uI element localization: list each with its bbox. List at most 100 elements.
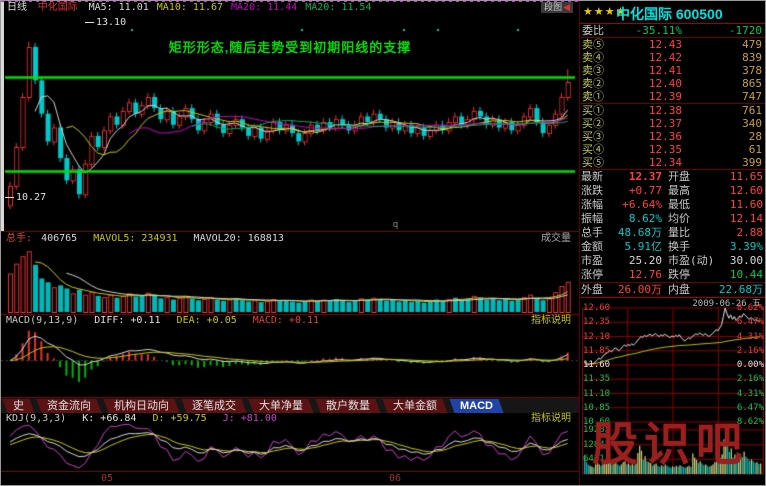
macd-params: MACD(9,13,9) xyxy=(6,315,78,326)
ask-row[interactable]: 卖①12.39747 xyxy=(580,90,765,103)
stat-value: 25.20 xyxy=(604,254,662,268)
stat-label: 振幅 xyxy=(581,212,603,226)
tab-机构日动向[interactable]: 机构日动向 xyxy=(103,399,179,413)
stock-title[interactable]: 中化国际 600500 xyxy=(616,4,723,24)
mavol20-label: MAVOL20: 168813 xyxy=(194,233,284,244)
stat-value: 12.14 xyxy=(713,212,763,226)
kline-chart-area: 日线 中化国际 MA5: 11.01MA10: 11.67MA20: 11.44… xyxy=(1,1,579,485)
macd-chart[interactable] xyxy=(1,328,579,396)
macd-header: MACD(9,13,9) DIFF: +0.11 DEA: +0.05 MACD… xyxy=(6,315,329,327)
stat-value: 5.91亿 xyxy=(604,240,662,254)
stat-row: 市盈25.20市盈(动)30.00 xyxy=(580,254,765,268)
tab-散户数量[interactable]: 散户数量 xyxy=(315,399,380,413)
stat-value: 11.60 xyxy=(713,198,763,212)
volume-header: 总手: 406765 MAVOL5: 234931 MAVOL20: 16881… xyxy=(6,233,294,245)
mini-percent-label: 8.62% xyxy=(737,304,764,313)
mini-percent-label: 4.31% xyxy=(737,390,764,399)
volume-chart[interactable] xyxy=(1,246,579,313)
kdj-help-link[interactable]: 指标说明 xyxy=(531,413,571,425)
mini-percent-label: 2.16% xyxy=(737,375,764,384)
level-volume: 865 xyxy=(698,77,762,90)
level-price: 12.40 xyxy=(610,77,682,90)
stat-label: 涨跌 xyxy=(581,184,603,198)
mini-percent-label: 8.62% xyxy=(737,418,764,427)
bid-row[interactable]: 买②12.37340 xyxy=(580,117,765,130)
level-label: 卖④ xyxy=(582,51,604,64)
level-label: 卖⑤ xyxy=(582,38,604,51)
stat-value: 12.37 xyxy=(604,170,662,184)
period-label[interactable]: 日线 xyxy=(7,2,27,13)
bid-row[interactable]: 买①12.38761 xyxy=(580,104,765,117)
ask-row[interactable]: 卖③12.41378 xyxy=(580,64,765,77)
level-volume: 761 xyxy=(698,104,762,117)
stat-label: 量比 xyxy=(668,226,690,240)
weibi-diff: -1720 xyxy=(698,24,762,37)
tab-label: 大单净量 xyxy=(259,399,303,413)
mini-price-label: 12.60 xyxy=(583,304,610,313)
x-axis-tick: 05 xyxy=(101,473,113,484)
tab-label: MACD xyxy=(460,399,493,413)
tab-资金流向[interactable]: 资金流向 xyxy=(36,399,101,413)
mini-price-label: 11.35 xyxy=(583,375,610,384)
kdj-j: J: +81.00 xyxy=(223,413,277,424)
stat-label: 均价 xyxy=(668,212,690,226)
stat-value: 11.65 xyxy=(713,170,763,184)
level-price: 12.38 xyxy=(610,104,682,117)
ma-legend-item: MA5: 11.01 xyxy=(89,2,149,13)
mini-percent-label: 2.16% xyxy=(737,347,764,356)
tab-label: 散户数量 xyxy=(326,399,370,413)
tab-label: 资金流向 xyxy=(47,399,91,413)
tab-逐笔成交[interactable]: 逐笔成交 xyxy=(181,399,246,413)
level-price: 12.34 xyxy=(610,156,682,169)
level-label: 买② xyxy=(582,117,604,130)
mini-volume-label: 6421 xyxy=(583,455,605,464)
stat-label: 换手 xyxy=(668,240,690,254)
macd-help-link[interactable]: 指标说明 xyxy=(531,315,571,327)
bid-row[interactable]: 买③12.3628 xyxy=(580,130,765,143)
chart-annotation: 矩形形态,随后走势受到初期阳线的支撑 xyxy=(1,37,579,56)
x-axis-tick: 06 xyxy=(389,473,401,484)
ask-row[interactable]: 卖⑤12.43479 xyxy=(580,38,765,51)
level-label: 买③ xyxy=(582,130,604,143)
bid-row[interactable]: 买⑤12.34399 xyxy=(580,156,765,169)
date-axis: 05 06 xyxy=(1,471,579,486)
stat-value: 8.62% xyxy=(604,212,662,226)
stock-app-window: 日线 中化国际 MA5: 11.01MA10: 11.67MA20: 11.44… xyxy=(0,0,766,486)
tab-MACD[interactable]: MACD xyxy=(449,399,503,413)
stat-label: 最新 xyxy=(581,170,603,184)
tab-label: 逐笔成交 xyxy=(192,399,236,413)
tab-大单净量[interactable]: 大单净量 xyxy=(248,399,313,413)
intraday-mini-chart[interactable]: 12.608.62%12.356.47%12.104.31%11.852.16%… xyxy=(580,304,766,482)
bid-row[interactable]: 买④12.3561 xyxy=(580,143,765,156)
stat-label: 涨幅 xyxy=(581,198,603,212)
tab-label: 大单金额 xyxy=(393,399,437,413)
price-mark-low: 10.27 xyxy=(5,192,46,203)
mini-price-label: 12.10 xyxy=(583,333,610,342)
stat-row: 外盘26.00万内盘22.68万 xyxy=(580,282,765,298)
stat-row: 最新12.37开盘11.65 xyxy=(580,170,765,184)
stat-row: 振幅8.62% 均价 12.14 xyxy=(580,212,765,226)
q-label: q xyxy=(393,219,398,229)
weibi-label: 委比 xyxy=(582,24,604,37)
tab-大单金额[interactable]: 大单金额 xyxy=(382,399,447,413)
tab-史[interactable]: 史 xyxy=(2,399,34,413)
stat-row: 金额5.91亿换手 3.39% xyxy=(580,240,765,254)
level-volume: 340 xyxy=(698,117,762,130)
volume-pane-title: 成交量 xyxy=(541,233,571,245)
level-price: 12.43 xyxy=(610,38,682,51)
mini-percent-label: 6.47% xyxy=(737,404,764,413)
mini-view-button[interactable]: 段图◀ xyxy=(541,2,573,13)
stat-value: 12.76 xyxy=(604,268,662,282)
mini-price-label: 11.10 xyxy=(583,390,610,399)
stat-value: 3.39% xyxy=(713,240,763,254)
stat-label: 最低 xyxy=(668,198,690,212)
ask-row[interactable]: 卖④12.42839 xyxy=(580,51,765,64)
stat-value: 22.68万 xyxy=(713,283,763,297)
stat-label: 金额 xyxy=(581,240,603,254)
stat-label: 内盘 xyxy=(668,283,690,297)
level-volume: 28 xyxy=(698,130,762,143)
weibi-row: 委比 -35.11% -1720 xyxy=(580,24,765,38)
level-volume: 399 xyxy=(698,156,762,169)
ask-row[interactable]: 卖②12.40865 xyxy=(580,77,765,90)
mini-price-label: 10.85 xyxy=(583,404,610,413)
